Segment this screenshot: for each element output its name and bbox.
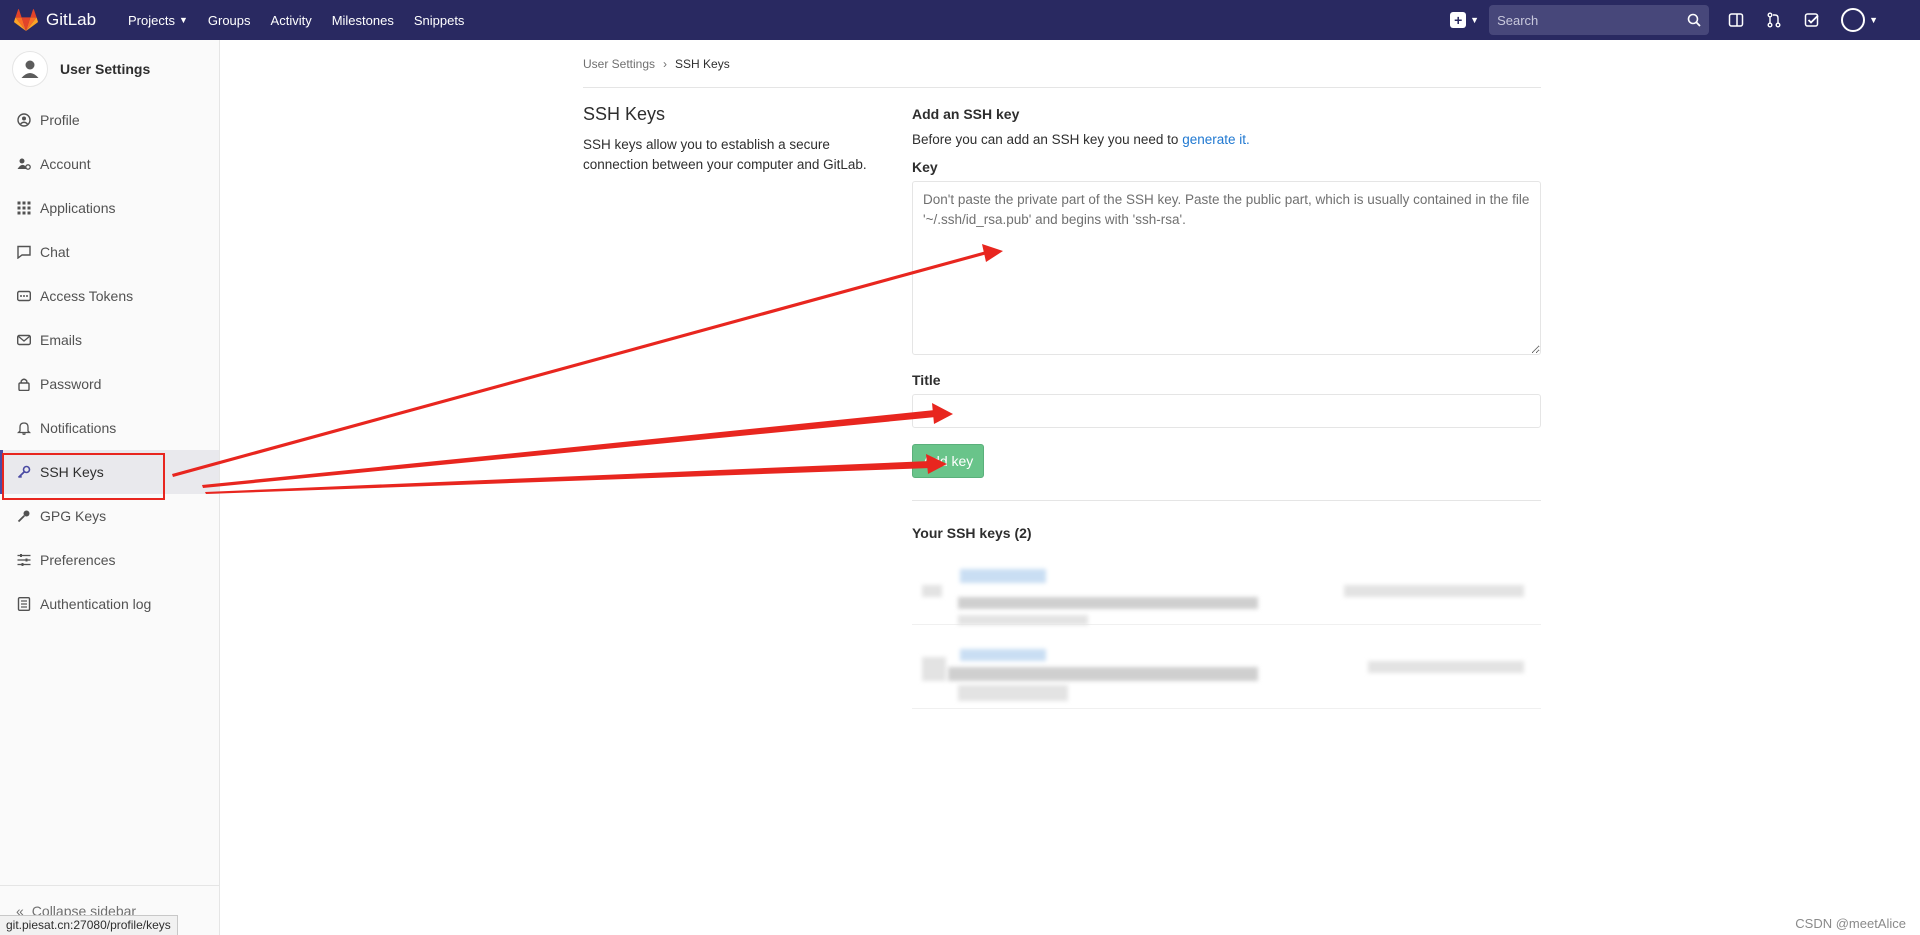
- sidebar-item-label: Account: [40, 156, 91, 172]
- ssh-key-item[interactable]: [912, 633, 1541, 709]
- gitlab-tanuki-icon: [14, 9, 38, 31]
- status-bar-url: git.piesat.cn:27080/profile/keys: [0, 915, 178, 935]
- sidebar-item-label: Password: [40, 376, 102, 392]
- annotation-highlight-box: [2, 453, 165, 500]
- account-icon: [16, 156, 32, 172]
- sidebar-item-profile[interactable]: Profile: [0, 98, 219, 142]
- sidebar-header[interactable]: User Settings: [0, 40, 219, 98]
- redacted-region: [1368, 661, 1524, 673]
- title-input[interactable]: [912, 394, 1541, 428]
- gitlab-logo[interactable]: GitLab: [14, 9, 122, 31]
- sidebar-item-account[interactable]: Account: [0, 142, 219, 186]
- merge-request-icon[interactable]: [1765, 11, 1783, 29]
- redacted-region: [1344, 585, 1524, 597]
- key-icon: [16, 508, 32, 524]
- sidebar-item-authentication-log[interactable]: Authentication log: [0, 582, 219, 626]
- search-box[interactable]: [1489, 5, 1710, 35]
- sidebar-toggle-icon[interactable]: [1727, 11, 1745, 29]
- watermark: CSDN @meetAlice: [1795, 916, 1906, 931]
- profile-icon: [16, 112, 32, 128]
- sidebar-item-label: Authentication log: [40, 596, 152, 612]
- chevron-down-icon: ▼: [1470, 15, 1480, 25]
- preferences-icon: [16, 552, 32, 568]
- key-label: Key: [912, 159, 938, 175]
- your-keys-heading: Your SSH keys (2): [912, 525, 1032, 541]
- sidebar-item-preferences[interactable]: Preferences: [0, 538, 219, 582]
- ssh-key-item[interactable]: [912, 549, 1541, 625]
- chevron-down-icon: ▼: [1869, 15, 1878, 25]
- mail-icon: [16, 332, 32, 348]
- sidebar-item-label: GPG Keys: [40, 508, 107, 524]
- sidebar-item-label: Emails: [40, 332, 83, 348]
- title-label: Title: [912, 372, 941, 388]
- breadcrumb-separator-icon: ›: [663, 56, 668, 71]
- sidebar-item-gpg-keys[interactable]: GPG Keys: [0, 494, 219, 538]
- redacted-region: [922, 585, 942, 597]
- divider: [912, 500, 1541, 501]
- breadcrumb-current[interactable]: SSH Keys: [675, 57, 730, 71]
- sidebar-item-label: Chat: [40, 244, 70, 260]
- generate-it-link[interactable]: generate it.: [1182, 132, 1250, 147]
- brand-name: GitLab: [46, 10, 97, 29]
- breadcrumb: User Settings › SSH Keys: [583, 40, 1541, 88]
- nav-activity[interactable]: Activity: [271, 13, 312, 28]
- sidebar-item-password[interactable]: Password: [0, 362, 219, 406]
- sidebar-item-access-tokens[interactable]: Access Tokens: [0, 274, 219, 318]
- main-content: User Settings › SSH Keys SSH Keys SSH ke…: [583, 40, 1541, 709]
- token-icon: [16, 288, 32, 304]
- page-description: SSH keys allow you to establish a secure…: [583, 137, 867, 172]
- sidebar-item-chat[interactable]: Chat: [0, 230, 219, 274]
- sidebar-item-label: Notifications: [40, 420, 117, 436]
- generate-instructions-text: Before you can add an SSH key you need t…: [912, 132, 1183, 147]
- sidebar-item-applications[interactable]: Applications: [0, 186, 219, 230]
- page-title: SSH Keys: [583, 104, 666, 124]
- top-navbar: GitLab Projects ▼ Groups Activity Milest…: [0, 0, 1920, 40]
- redacted-region: [958, 597, 1258, 609]
- todo-icon[interactable]: [1803, 11, 1821, 29]
- nav-projects[interactable]: Projects ▼: [128, 13, 188, 28]
- sidebar-title: User Settings: [60, 61, 151, 77]
- nav-groups[interactable]: Groups: [208, 13, 251, 28]
- redacted-region: [958, 685, 1068, 701]
- nav-milestones[interactable]: Milestones: [332, 13, 394, 28]
- sidebar-item-label: Applications: [40, 200, 116, 216]
- redacted-region: [960, 649, 1046, 661]
- nav-snippets[interactable]: Snippets: [414, 13, 465, 28]
- add-key-heading: Add an SSH key: [912, 106, 1020, 122]
- add-key-button[interactable]: Add key: [912, 444, 984, 478]
- sidebar-item-label: Profile: [40, 112, 80, 128]
- sidebar-item-label: Preferences: [40, 552, 116, 568]
- chevron-down-icon: ▼: [178, 15, 188, 25]
- nav-projects-label: Projects: [128, 12, 175, 28]
- sidebar-item-label: Access Tokens: [40, 288, 134, 304]
- redacted-region: [922, 657, 946, 681]
- sidebar-item-emails[interactable]: Emails: [0, 318, 219, 362]
- avatar: [1841, 8, 1866, 32]
- redacted-region: [958, 615, 1088, 625]
- chat-icon: [16, 244, 32, 260]
- plus-icon: +: [1450, 12, 1467, 28]
- applications-icon: [16, 200, 32, 216]
- sidebar-item-notifications[interactable]: Notifications: [0, 406, 219, 450]
- search-input[interactable]: [1497, 12, 1688, 28]
- search-icon: [1687, 13, 1701, 27]
- breadcrumb-parent[interactable]: User Settings: [583, 57, 655, 71]
- redacted-region: [960, 569, 1046, 583]
- log-icon: [16, 596, 32, 612]
- generate-instructions: Before you can add an SSH key you need t…: [912, 132, 1541, 147]
- key-textarea[interactable]: [912, 181, 1541, 355]
- redacted-region: [948, 667, 1258, 681]
- user-menu[interactable]: ▼: [1841, 8, 1878, 32]
- new-dropdown-button[interactable]: + ▼: [1450, 12, 1479, 28]
- bell-icon: [16, 420, 32, 436]
- lock-icon: [16, 376, 32, 392]
- user-avatar-icon: [12, 51, 48, 87]
